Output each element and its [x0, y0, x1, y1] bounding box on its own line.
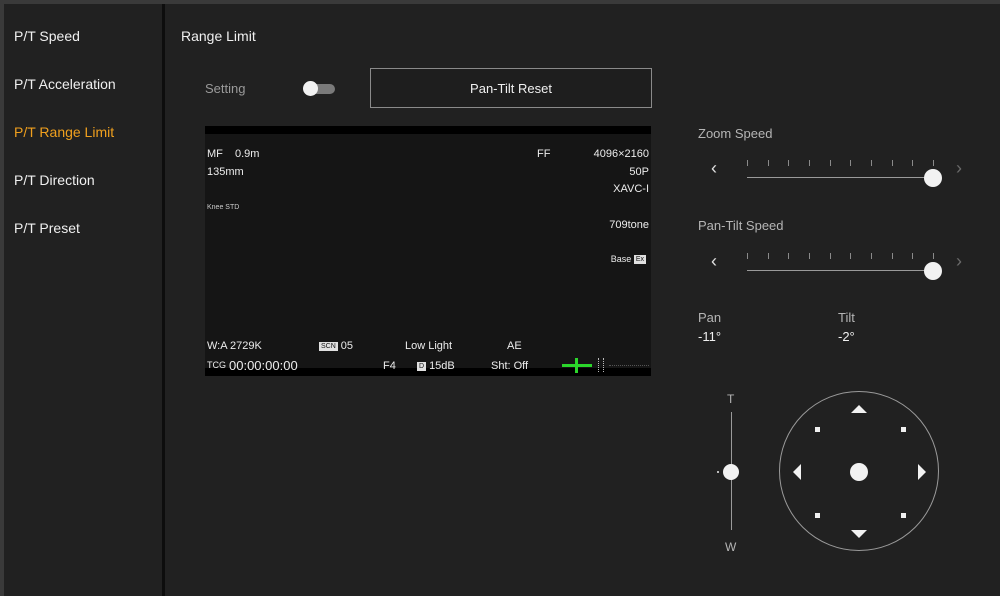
zoom-center-dot	[717, 471, 719, 473]
white-balance: W:A 2729K	[207, 340, 262, 352]
zoom-speed-increase-icon[interactable]: ›	[956, 158, 962, 179]
tc-label: TCG	[207, 360, 226, 370]
slider-tick	[747, 253, 748, 259]
setting-toggle[interactable]	[303, 81, 335, 96]
level-meter-mark	[575, 358, 578, 373]
gamma: 709tone	[609, 219, 649, 231]
audio-meter-icon	[598, 358, 604, 372]
pan-tilt-speed-decrease-icon[interactable]: ‹	[711, 251, 717, 272]
base-label: Base	[610, 254, 632, 264]
page-title: Range Limit	[181, 28, 256, 44]
sidebar-item-pt-range-limit[interactable]: P/T Range Limit	[14, 124, 114, 140]
gain-value: 15dB	[429, 360, 455, 372]
tilt-value: -2°	[838, 329, 855, 344]
slider-tick	[767, 160, 769, 166]
pan-tilt-speed-increase-icon[interactable]: ›	[956, 251, 962, 272]
pan-value: -11°	[698, 329, 722, 344]
slider-tick	[829, 253, 831, 259]
slider-tick	[933, 253, 934, 259]
sidebar: P/T Speed P/T Acceleration P/T Range Lim…	[4, 4, 162, 596]
sidebar-divider	[162, 4, 165, 596]
low-light-indicator: Low Light	[405, 340, 453, 352]
slider-tick	[912, 253, 914, 259]
slider-tick	[871, 253, 872, 259]
sidebar-item-pt-acceleration[interactable]: P/T Acceleration	[14, 76, 116, 92]
iris: F4	[383, 360, 396, 372]
tilt-down-arrow-icon[interactable]	[851, 530, 867, 538]
pan-right-arrow-icon[interactable]	[918, 464, 926, 480]
slider-tick	[767, 253, 769, 259]
slider-tick	[809, 160, 810, 166]
slider-tick	[850, 253, 852, 259]
pan-label: Pan	[698, 310, 722, 325]
pan-tilt-speed-slider[interactable]	[747, 253, 942, 283]
base-badge: Ex	[633, 255, 646, 265]
zoom-speed-label: Zoom Speed	[698, 126, 773, 141]
zoom-speed-slider[interactable]	[747, 160, 942, 190]
scene-icon: SCN	[319, 341, 338, 351]
pan-tilt-reset-button[interactable]: Pan-Tilt Reset	[370, 68, 652, 108]
codec: XAVC-I	[613, 183, 649, 195]
up-right-dot-icon[interactable]	[901, 427, 906, 432]
down-right-dot-icon[interactable]	[901, 513, 906, 518]
setting-label: Setting	[205, 81, 246, 96]
sidebar-item-pt-preset[interactable]: P/T Preset	[14, 220, 80, 236]
base-indicator: Base Ex	[610, 254, 649, 265]
zoom-speed-decrease-icon[interactable]: ‹	[711, 158, 717, 179]
slider-tick	[871, 160, 872, 166]
focus-mode: MF	[207, 148, 223, 160]
ae-indicator: AE	[507, 340, 522, 352]
sensor-format: FF	[537, 148, 551, 160]
slider-tick	[933, 160, 934, 166]
pan-tilt-home-button[interactable]	[850, 463, 868, 481]
frame-rate: 50P	[629, 166, 649, 178]
sidebar-item-pt-speed[interactable]: P/T Speed	[14, 28, 80, 44]
slider-tick	[891, 253, 893, 259]
slider-thumb[interactable]	[924, 169, 942, 187]
gain-icon: D	[417, 361, 427, 371]
slider-track	[747, 177, 933, 178]
slider-tick	[788, 253, 790, 259]
level-meter-icon	[562, 358, 592, 373]
slider-tick	[829, 160, 831, 166]
knee-indicator: Knee STD	[207, 204, 240, 211]
zoom-tele-label: T	[727, 392, 735, 406]
slider-track	[747, 270, 933, 271]
slider-tick	[850, 160, 852, 166]
slider-tick	[809, 253, 810, 259]
resolution: 4096×2160	[593, 148, 649, 160]
tilt-up-arrow-icon[interactable]	[851, 405, 867, 413]
focus-distance: 0.9m	[235, 148, 260, 160]
down-left-dot-icon[interactable]	[815, 513, 820, 518]
scene-value: 05	[340, 340, 354, 352]
monitor-top-band	[205, 126, 651, 134]
zoom-thumb[interactable]	[723, 464, 739, 480]
pan-left-arrow-icon[interactable]	[793, 464, 801, 480]
tilt-label: Tilt	[838, 310, 855, 325]
slider-tick	[747, 160, 748, 166]
shutter: Sht: Off	[491, 360, 529, 372]
audio-level-dots	[609, 365, 649, 367]
slider-tick	[912, 160, 914, 166]
slider-tick	[891, 160, 893, 166]
gain-indicator: D 15dB	[417, 360, 455, 372]
toggle-knob	[303, 81, 318, 96]
zoom-wide-label: W	[725, 540, 737, 554]
focal-length: 135mm	[207, 166, 244, 178]
sidebar-item-pt-direction[interactable]: P/T Direction	[14, 172, 95, 188]
slider-tick	[788, 160, 790, 166]
slider-thumb[interactable]	[924, 262, 942, 280]
pan-tilt-speed-label: Pan-Tilt Speed	[698, 218, 784, 233]
scene-indicator: SCN 05	[319, 340, 353, 352]
timecode: 00:00:00:00	[229, 358, 298, 373]
camera-monitor: MF 0.9m 135mm Knee STD FF 4096×2160 50P …	[205, 126, 651, 376]
up-left-dot-icon[interactable]	[815, 427, 820, 432]
